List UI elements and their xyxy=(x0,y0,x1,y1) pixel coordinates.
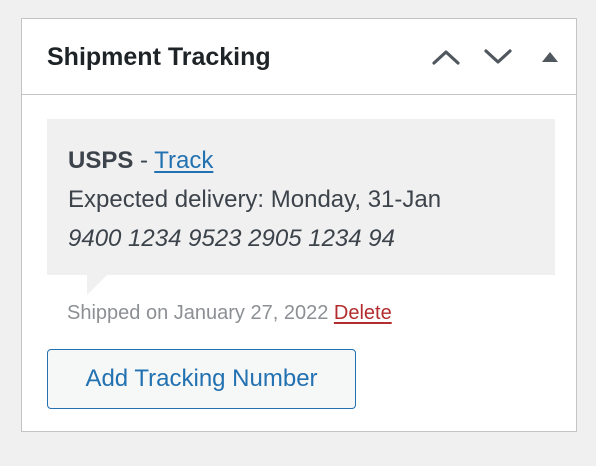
move-up-button[interactable] xyxy=(420,19,472,94)
metabox-header: Shipment Tracking xyxy=(22,19,576,95)
shipped-on-date: Shipped on January 27, 2022 xyxy=(67,302,329,324)
chevron-down-icon xyxy=(484,48,512,65)
provider-separator: - xyxy=(133,147,155,174)
metabox-title: Shipment Tracking xyxy=(47,43,271,71)
expected-delivery: Expected delivery: Monday, 31-Jan xyxy=(68,186,442,213)
shipment-tracking-metabox: Shipment Tracking USPS - Track Expected … xyxy=(21,18,577,432)
provider-line: USPS - Track xyxy=(68,141,534,180)
triangle-up-icon xyxy=(541,51,559,63)
toggle-panel-button[interactable] xyxy=(524,19,576,94)
add-tracking-number-button[interactable]: Add Tracking Number xyxy=(47,349,356,409)
provider-name: USPS xyxy=(68,147,134,174)
tracking-number: 9400 1234 9523 2905 1234 94 xyxy=(68,225,395,252)
shipment-meta: Shipped on January 27, 2022 Delete xyxy=(67,298,392,328)
delete-tracking-link[interactable]: Delete xyxy=(334,302,392,324)
move-down-button[interactable] xyxy=(472,19,524,94)
track-link[interactable]: Track xyxy=(154,147,213,174)
handle-actions xyxy=(420,19,576,94)
chevron-up-icon xyxy=(432,49,460,65)
tracking-note: USPS - Track Expected delivery: Monday, … xyxy=(47,119,555,295)
